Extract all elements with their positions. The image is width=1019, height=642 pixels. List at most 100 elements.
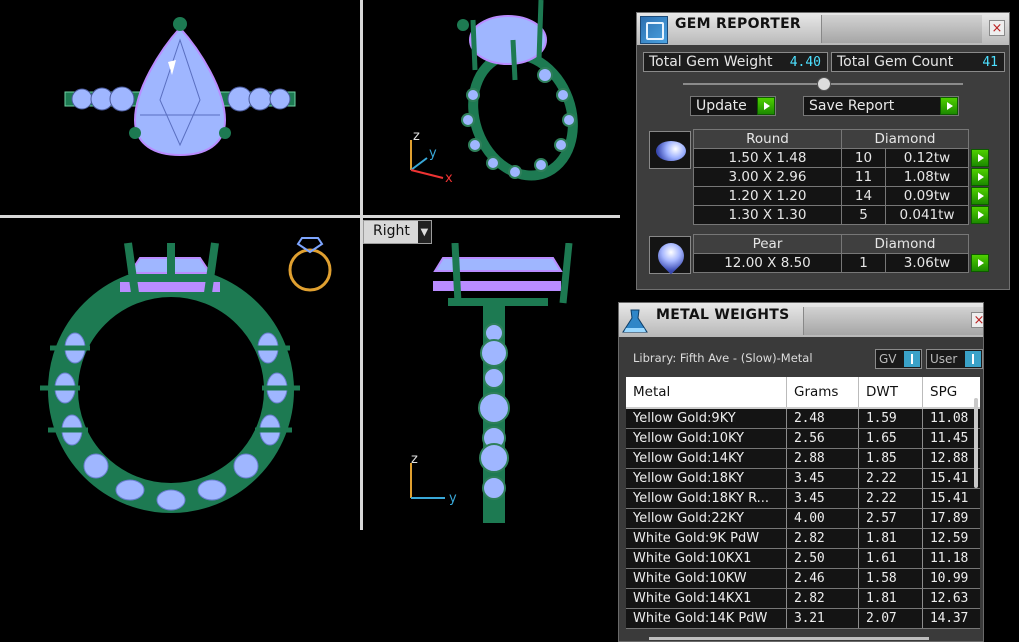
update-button-label: Update xyxy=(696,98,747,114)
gem-size: 3.00 X 2.96 xyxy=(693,167,842,187)
grams-value: 3.45 xyxy=(786,468,859,489)
grams-value: 2.88 xyxy=(786,448,859,469)
total-gem-weight: Total Gem Weight 4.40 xyxy=(643,52,828,72)
metal-name: Yellow Gold:18KY R... xyxy=(626,488,787,509)
dwt-value: 2.22 xyxy=(858,488,923,509)
dwt-value: 1.81 xyxy=(858,528,923,549)
dwt-value: 1.85 xyxy=(858,448,923,469)
gem-count: 11 xyxy=(841,167,886,187)
grams-value: 2.56 xyxy=(786,428,859,449)
gem-weight: 0.041tw xyxy=(885,205,969,225)
gem-reporter-icon xyxy=(640,16,668,44)
ring-perspective xyxy=(457,0,578,181)
metal-name: Yellow Gold:22KY xyxy=(626,508,787,529)
axis-y-label: y xyxy=(429,146,437,161)
metal-row[interactable]: Yellow Gold:14KY 2.88 1.85 12.88 xyxy=(626,448,980,469)
ring-thumbnail xyxy=(288,237,332,292)
play-icon[interactable] xyxy=(940,97,958,115)
gem-count: 1 xyxy=(841,253,886,273)
metal-row[interactable]: White Gold:9K PdW 2.82 1.81 12.59 xyxy=(626,528,980,549)
dropdown-icon[interactable] xyxy=(965,351,981,367)
metal-row[interactable]: Yellow Gold:18KY 3.45 2.22 15.41 xyxy=(626,468,980,489)
column-header-grams[interactable]: Grams xyxy=(786,377,859,409)
spg-value: 11.18 xyxy=(922,548,980,569)
gem-size: 12.00 X 8.50 xyxy=(693,253,842,273)
user-select-value: User xyxy=(930,352,958,366)
metal-name: White Gold:9K PdW xyxy=(626,528,787,549)
play-icon[interactable] xyxy=(971,254,989,272)
grams-value: 2.46 xyxy=(786,568,859,589)
metal-name: Yellow Gold:14KY xyxy=(626,448,787,469)
dropdown-icon[interactable] xyxy=(904,351,920,367)
dwt-value: 2.07 xyxy=(858,608,923,629)
metal-row[interactable]: White Gold:10KX1 2.50 1.61 11.18 xyxy=(626,548,980,569)
column-header-spg[interactable]: SPG xyxy=(922,377,980,409)
flask-icon xyxy=(622,309,648,333)
metal-row[interactable]: White Gold:14K PdW 3.21 2.07 14.37 xyxy=(626,608,980,629)
metal-row[interactable]: Yellow Gold:10KY 2.56 1.65 11.45 xyxy=(626,428,980,449)
gem-reporter-panel: GEM REPORTER × Total Gem Weight 4.40 Tot… xyxy=(636,12,1010,290)
play-icon[interactable] xyxy=(757,97,775,115)
total-gem-weight-value: 4.40 xyxy=(789,54,821,70)
metal-row[interactable]: Yellow Gold:22KY 4.00 2.57 17.89 xyxy=(626,508,980,529)
splitter-knob[interactable] xyxy=(817,77,831,91)
grams-value: 2.82 xyxy=(786,588,859,609)
metal-row[interactable]: White Gold:14KX1 2.82 1.81 12.63 xyxy=(626,588,980,609)
play-icon[interactable] xyxy=(971,168,989,186)
play-icon[interactable] xyxy=(971,149,989,167)
column-header-dwt[interactable]: DWT xyxy=(858,377,923,409)
metal-weights-table: Metal Grams DWT SPG Yellow Gold:9KY 2.48 1… xyxy=(626,377,980,629)
spg-value: 17.89 xyxy=(922,508,980,529)
metal-name: White Gold:10KX1 xyxy=(626,548,787,569)
spg-value: 10.99 xyxy=(922,568,980,589)
close-icon[interactable]: × xyxy=(971,312,983,328)
save-report-button-label: Save Report xyxy=(809,98,895,114)
gv-select[interactable]: GV xyxy=(875,349,922,369)
grams-value: 2.50 xyxy=(786,548,859,569)
gem-reporter-title: GEM REPORTER xyxy=(675,16,802,32)
gem-material-header: Diamond xyxy=(841,234,969,254)
gem-shape-header: Pear xyxy=(693,234,842,254)
metal-row[interactable]: Yellow Gold:18KY R... 3.45 2.22 15.41 xyxy=(626,488,980,509)
total-gem-weight-label: Total Gem Weight xyxy=(649,54,773,70)
gem-row: 1.20 X 1.20 14 0.09tw xyxy=(693,186,990,206)
gem-count: 10 xyxy=(841,148,886,168)
axis-z-label: z xyxy=(413,129,420,144)
titlebar-tab xyxy=(803,307,983,335)
dwt-value: 1.81 xyxy=(858,588,923,609)
gem-row: 1.50 X 1.48 10 0.12tw xyxy=(693,148,990,168)
chevron-down-icon[interactable]: ▼ xyxy=(417,221,431,243)
spg-value: 11.08 xyxy=(922,408,980,429)
column-header-metal[interactable]: Metal xyxy=(626,377,787,409)
metal-name: Yellow Gold:18KY xyxy=(626,468,787,489)
axis-gizmo-3d: z y x xyxy=(410,129,453,186)
viewport-top[interactable] xyxy=(0,0,360,215)
viewport-front[interactable] xyxy=(0,218,360,530)
grams-value: 4.00 xyxy=(786,508,859,529)
gem-weight: 0.09tw xyxy=(885,186,969,206)
grams-value: 3.45 xyxy=(786,488,859,509)
spg-value: 14.37 xyxy=(922,608,980,629)
save-report-button[interactable]: Save Report xyxy=(803,96,959,116)
dwt-value: 2.22 xyxy=(858,468,923,489)
metal-row[interactable]: White Gold:10KW 2.46 1.58 10.99 xyxy=(626,568,980,589)
play-icon[interactable] xyxy=(971,187,989,205)
viewport-perspective[interactable]: z y x xyxy=(363,0,620,215)
update-button[interactable]: Update xyxy=(690,96,776,116)
gem-count: 14 xyxy=(841,186,886,206)
total-gem-count: Total Gem Count 41 xyxy=(831,52,1005,72)
spg-value: 11.45 xyxy=(922,428,980,449)
user-select[interactable]: User xyxy=(926,349,983,369)
vertical-scrollbar[interactable] xyxy=(974,398,978,488)
metal-name: White Gold:14KX1 xyxy=(626,588,787,609)
horizontal-scrollbar[interactable] xyxy=(649,637,929,640)
play-icon[interactable] xyxy=(971,206,989,224)
view-selector[interactable]: Right ▼ xyxy=(363,220,432,244)
gem-weight: 0.12tw xyxy=(885,148,969,168)
gem-weight: 3.06tw xyxy=(885,253,969,273)
metal-row[interactable]: Yellow Gold:9KY 2.48 1.59 11.08 xyxy=(626,408,980,429)
viewport-right[interactable]: z y xyxy=(363,243,620,530)
close-icon[interactable]: × xyxy=(989,20,1005,36)
spg-value: 12.63 xyxy=(922,588,980,609)
gem-material-header: Diamond xyxy=(841,129,969,149)
